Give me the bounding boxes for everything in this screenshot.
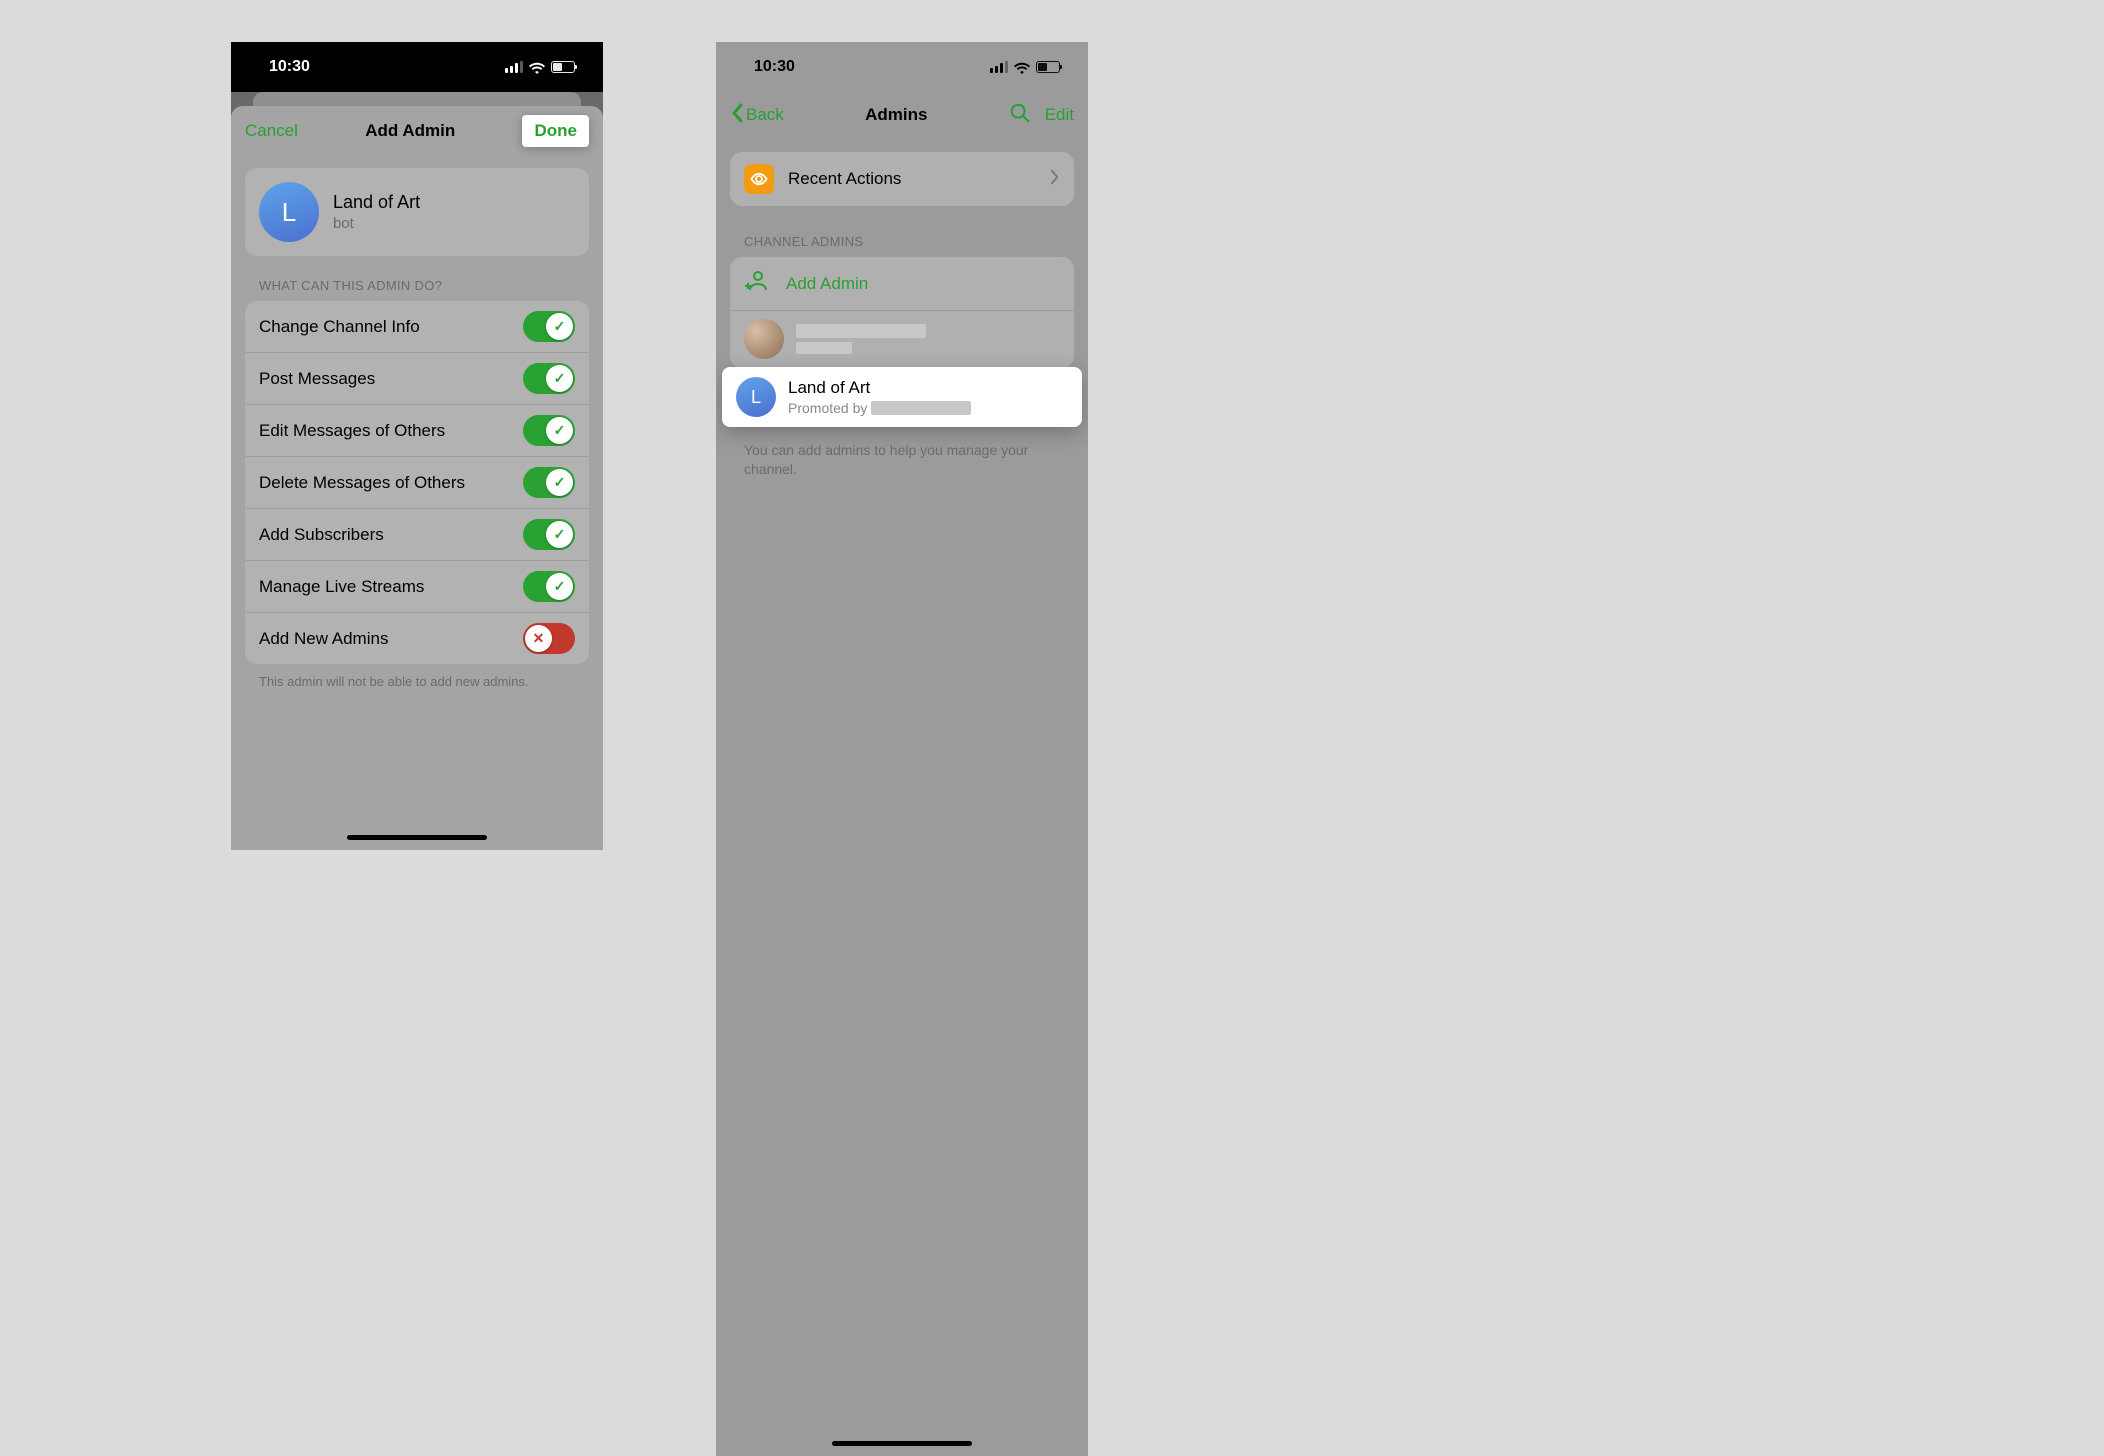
redacted-promoter — [871, 401, 971, 415]
status-time: 10:30 — [754, 58, 795, 76]
status-bar: 10:30 — [231, 42, 603, 92]
back-button[interactable]: Back — [730, 103, 784, 128]
admin-avatar: L — [736, 377, 776, 417]
permission-toggle[interactable]: ✓ — [523, 415, 575, 446]
recent-actions-label: Recent Actions — [788, 169, 1036, 189]
modal-backdrop: Cancel Add Admin Done L Land of Art bot … — [231, 92, 603, 850]
permissions-list: Change Channel Info✓Post Messages✓Edit M… — [245, 301, 589, 664]
search-icon[interactable] — [1009, 102, 1031, 129]
permission-label: Add New Admins — [259, 629, 388, 649]
promoted-by-prefix: Promoted by — [788, 400, 867, 416]
admin-subtitle: bot — [333, 215, 420, 232]
permission-row: Add Subscribers ✓ — [245, 509, 589, 561]
permissions-header: WHAT CAN THIS ADMIN DO? — [259, 278, 575, 293]
permission-label: Edit Messages of Others — [259, 421, 445, 441]
admin-avatar-photo — [744, 319, 784, 359]
redacted-name — [796, 324, 926, 338]
permission-row: Delete Messages of Others ✓ — [245, 457, 589, 509]
check-icon: ✓ — [546, 469, 573, 496]
permission-toggle[interactable]: ✕ — [523, 623, 575, 654]
check-icon: ✓ — [546, 313, 573, 340]
permission-row: Add New Admins ✕ — [245, 613, 589, 664]
check-icon: ✓ — [546, 521, 573, 548]
check-icon: ✓ — [546, 417, 573, 444]
chevron-left-icon — [730, 103, 744, 128]
phone-add-admin: 10:30 Cancel Add Admin Done L Land of Ar… — [231, 42, 603, 850]
admin-row-highlighted[interactable]: L Land of Art Promoted by — [722, 367, 1082, 427]
recent-actions-row[interactable]: Recent Actions — [730, 152, 1074, 206]
status-icons — [505, 61, 575, 73]
admin-avatar: L — [259, 182, 319, 242]
permission-label: Add Subscribers — [259, 525, 384, 545]
check-icon: ✓ — [546, 365, 573, 392]
home-indicator[interactable] — [347, 835, 487, 840]
permission-toggle[interactable]: ✓ — [523, 363, 575, 394]
admins-helper-text: You can add admins to help you manage yo… — [744, 441, 1060, 479]
wifi-icon — [1014, 61, 1030, 73]
back-label: Back — [746, 105, 784, 125]
redacted-subtitle — [796, 342, 852, 354]
add-admin-icon — [744, 269, 768, 298]
check-icon: ✓ — [546, 573, 573, 600]
permission-label: Post Messages — [259, 369, 375, 389]
permission-row: Manage Live Streams ✓ — [245, 561, 589, 613]
x-icon: ✕ — [525, 625, 552, 652]
status-bar: 10:30 — [716, 42, 1088, 92]
done-button[interactable]: Done — [522, 115, 589, 147]
add-admin-row[interactable]: Add Admin — [730, 257, 1074, 311]
channel-admins-header: CHANNEL ADMINS — [744, 234, 1060, 249]
modal-navbar: Cancel Add Admin Done — [231, 106, 603, 156]
admin-name: Land of Art — [333, 192, 420, 213]
recent-actions-icon — [744, 164, 774, 194]
edit-button[interactable]: Edit — [1045, 105, 1074, 125]
permission-row: Change Channel Info ✓ — [245, 301, 589, 353]
add-admin-sheet: Cancel Add Admin Done L Land of Art bot … — [231, 106, 603, 850]
home-indicator[interactable] — [832, 1441, 972, 1446]
permissions-footer: This admin will not be able to add new a… — [259, 674, 575, 689]
navbar: Back Admins Edit — [716, 92, 1088, 138]
admins-card: Add Admin — [730, 257, 1074, 368]
permission-row: Edit Messages of Others ✓ — [245, 405, 589, 457]
status-icons — [990, 61, 1060, 73]
permission-row: Post Messages ✓ — [245, 353, 589, 405]
permission-label: Manage Live Streams — [259, 577, 424, 597]
admin-row-existing[interactable] — [730, 311, 1074, 368]
permission-label: Delete Messages of Others — [259, 473, 465, 493]
page-title: Admins — [865, 105, 927, 125]
phone-admins-list: 10:30 Back Admins Edit Recent Action — [716, 42, 1088, 1456]
status-time: 10:30 — [269, 58, 310, 76]
add-admin-label: Add Admin — [786, 274, 868, 294]
permission-toggle[interactable]: ✓ — [523, 311, 575, 342]
permission-toggle[interactable]: ✓ — [523, 571, 575, 602]
permission-toggle[interactable]: ✓ — [523, 467, 575, 498]
highlighted-admin-name: Land of Art — [788, 378, 971, 398]
admin-subject-card: L Land of Art bot — [245, 168, 589, 256]
cancel-button[interactable]: Cancel — [245, 121, 298, 141]
permission-label: Change Channel Info — [259, 317, 420, 337]
cellular-icon — [990, 61, 1008, 73]
battery-icon — [551, 61, 575, 73]
permission-toggle[interactable]: ✓ — [523, 519, 575, 550]
cellular-icon — [505, 61, 523, 73]
modal-title: Add Admin — [365, 121, 455, 141]
wifi-icon — [529, 61, 545, 73]
chevron-right-icon — [1050, 169, 1060, 190]
highlighted-admin-subtitle: Promoted by — [788, 400, 971, 416]
battery-icon — [1036, 61, 1060, 73]
